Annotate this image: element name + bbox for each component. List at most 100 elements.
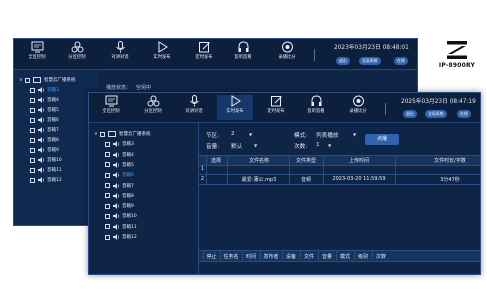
checkbox[interactable] [30,97,35,103]
checkbox[interactable] [105,193,110,199]
back-tool-record[interactable]: 录播比分 [269,41,305,60]
column-header[interactable]: 文件 [301,253,317,260]
front-tool-monitor[interactable]: 监听监看 [298,95,334,114]
front-tool-record[interactable]: 录播比分 [340,95,376,114]
checkbox[interactable] [105,162,110,168]
front-content: 节区: 2 ▼ 模式: 列表播放 ▼ 音量: 默认 ▼ 次数: 1 ▼ 点播 选… [199,123,480,274]
table-row[interactable]: 1 [199,165,480,174]
column-header[interactable]: 音量 [319,253,335,260]
back-tool-scheduled[interactable]: 定时发布 [186,41,222,60]
tree-item[interactable]: 音箱9 [30,146,59,154]
back-global-button[interactable]: 全局系统 [359,57,381,65]
tree-item[interactable]: 音箱6 [105,171,134,179]
column-header[interactable]: 选择 [207,157,225,164]
checkbox[interactable] [30,177,35,183]
tree-item[interactable]: 音箱4 [30,96,59,104]
back-tool-monitor[interactable]: 监听监看 [225,41,261,60]
tree-item[interactable]: 音箱11 [30,166,62,174]
checkbox[interactable] [30,167,35,173]
column-header[interactable]: 设备 [283,253,299,260]
tree-item[interactable]: 音箱8 [30,136,59,144]
checkbox[interactable] [30,107,35,113]
front-tool-partition[interactable]: 分区控制 [135,95,171,114]
checkbox[interactable] [105,234,110,240]
checkbox[interactable] [105,203,110,209]
checkbox[interactable] [105,172,110,178]
tree-item[interactable]: 音箱7 [30,126,59,134]
tree-item[interactable]: 音箱9 [105,202,134,210]
table-row[interactable]: 2 最爱-蒲公.mp3 音频 2023-03-20 11:59:59 3分47秒 [199,175,480,184]
column-header[interactable]: 时间 [243,253,259,260]
column-header[interactable]: 文件名称 [229,157,289,164]
column-header[interactable]: 模式 [337,253,353,260]
tree-item[interactable]: 音箱3 [30,86,59,94]
checkbox[interactable] [30,137,35,143]
checkbox[interactable] [30,157,35,163]
checkbox[interactable] [25,77,30,83]
column-header[interactable]: 停止 [204,253,219,260]
count-select[interactable]: 1 [316,142,320,148]
tree-item[interactable]: 音箱10 [30,156,62,164]
tree-item[interactable]: 音箱5 [105,161,134,169]
checkbox[interactable] [30,117,35,123]
front-global-button[interactable]: 全局系统 [425,110,447,118]
tree-item-label: 音箱6 [47,118,59,123]
column-header[interactable]: 任务名 [221,253,241,260]
volume-select[interactable]: 默认 [231,142,242,150]
tree-item[interactable]: 音箱7 [105,182,134,190]
back-tool-intercom[interactable]: 对讲对话 [102,41,138,60]
tree-item[interactable]: 音箱12 [105,233,137,241]
column-header[interactable]: 上传时间 [324,157,394,164]
column-divider [206,155,207,185]
back-tool-partition[interactable]: 分区控制 [59,41,95,60]
checkbox[interactable] [100,131,105,137]
brand-logo: IP-8900RY [430,40,484,88]
back-online-button[interactable]: 在线 [394,57,408,65]
tree-root[interactable]: ∨ 智慧云广播系统 [94,130,151,138]
tree-item[interactable]: 音箱4 [105,151,134,159]
checkbox[interactable] [105,141,110,147]
back-toolbar: 全区控制 分区控制 对讲对话 实时发布 定时发布 监听监看 录播比分 2023年… [14,39,417,70]
tree-root[interactable]: ∨ 智慧云广播系统 [19,76,76,84]
column-divider [227,155,228,185]
checkbox[interactable] [105,213,110,219]
tree-item[interactable]: 音箱3 [105,140,134,148]
back-tool-live[interactable]: 实时发布 [144,41,180,60]
checkbox[interactable] [105,152,110,158]
zone-select[interactable]: 2 [231,131,235,137]
tree-item[interactable]: 音箱6 [30,116,59,124]
tree-item[interactable]: 音箱11 [105,223,137,231]
headset-icon [311,95,321,106]
tool-label: 录播比分 [278,55,296,60]
back-tool-all-zone[interactable]: 全区控制 [19,41,55,60]
checkbox[interactable] [30,87,35,93]
tree-item[interactable]: 音箱5 [30,106,59,114]
back-exit-button[interactable]: 退出 [336,57,350,65]
front-exit-button[interactable]: 退出 [403,110,417,118]
front-tool-scheduled[interactable]: 定时发布 [258,95,294,114]
checkbox[interactable] [105,183,110,188]
tree-item[interactable]: 音箱8 [105,192,134,200]
edit-icon [270,96,282,107]
checkbox[interactable] [30,127,35,133]
column-header[interactable]: 级别 [355,253,371,260]
partition-icon [147,95,159,107]
play-on-demand-button[interactable]: 点播 [365,134,399,145]
tree-item[interactable]: 音箱10 [105,212,137,220]
tool-label: 定时发布 [267,109,285,114]
file-name-cell: 最爱-蒲公.mp3 [241,177,277,183]
front-online-button[interactable]: 在线 [457,110,471,118]
column-header[interactable]: 文件类型 [290,157,322,164]
checkbox[interactable] [30,147,35,153]
front-tool-all-zone[interactable]: 全区控制 [93,95,129,114]
column-header[interactable]: 发布者 [261,253,281,260]
tree-item[interactable]: 音箱12 [30,176,62,184]
column-divider [289,155,290,185]
checkbox[interactable] [105,224,110,230]
mode-select[interactable]: 列表播放 [316,131,338,139]
front-tool-live[interactable]: 实时发布 [217,95,253,120]
front-tool-intercom[interactable]: 对讲对话 [176,95,212,114]
column-header[interactable]: 文件时长/字数 [424,157,476,164]
column-header[interactable]: 次数 [373,253,389,260]
headset-icon [238,41,248,52]
